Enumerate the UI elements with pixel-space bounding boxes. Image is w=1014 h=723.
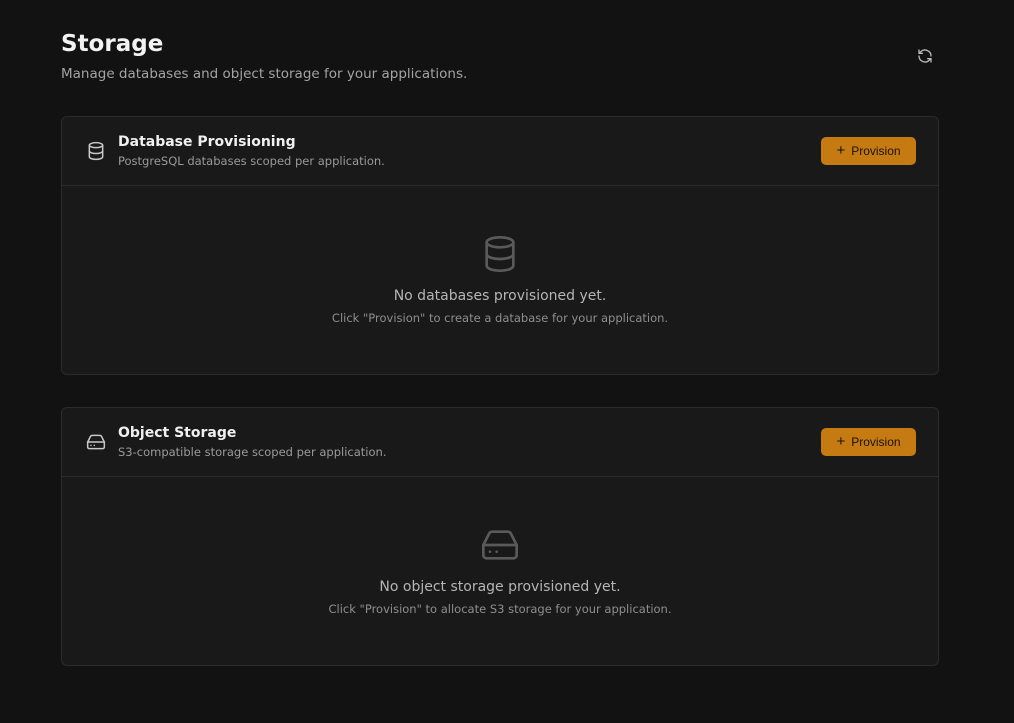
refresh-button[interactable] [911, 42, 939, 70]
card-description: PostgreSQL databases scoped per applicat… [118, 154, 385, 168]
card-title: Database Provisioning [118, 134, 296, 150]
page-header: Storage Manage databases and object stor… [61, 30, 467, 83]
empty-state: No databases provisioned yet. Click "Pro… [62, 186, 938, 374]
refresh-icon [918, 49, 932, 63]
provision-object-storage-button[interactable]: + Provision [821, 428, 916, 456]
empty-state: No object storage provisioned yet. Click… [62, 477, 938, 665]
card-header: Database Provisioning PostgreSQL databas… [62, 117, 938, 186]
database-icon [88, 141, 104, 161]
database-icon [485, 236, 515, 272]
hard-drive-icon [482, 530, 518, 560]
database-provisioning-card: Database Provisioning PostgreSQL databas… [61, 116, 939, 375]
card-header: Object Storage S3-compatible storage sco… [62, 408, 938, 477]
empty-state-description: Click "Provision" to allocate S3 storage… [328, 602, 672, 616]
provision-database-button[interactable]: + Provision [821, 137, 916, 165]
plus-icon: + [836, 142, 846, 159]
card-title: Object Storage [118, 425, 237, 441]
page-title: Storage [61, 31, 164, 57]
empty-state-description: Click "Provision" to create a database f… [331, 311, 669, 325]
card-description: S3-compatible storage scoped per applica… [118, 445, 387, 459]
page-subtitle: Manage databases and object storage for … [61, 66, 468, 82]
provision-button-label: Provision [851, 435, 901, 449]
empty-state-title: No databases provisioned yet. [393, 288, 607, 304]
hard-drive-icon [86, 434, 106, 450]
provision-button-label: Provision [851, 144, 901, 158]
storage-page: Storage Manage databases and object stor… [0, 0, 1014, 723]
object-storage-card: Object Storage S3-compatible storage sco… [61, 407, 939, 666]
empty-state-title: No object storage provisioned yet. [379, 579, 621, 595]
plus-icon: + [836, 433, 846, 450]
